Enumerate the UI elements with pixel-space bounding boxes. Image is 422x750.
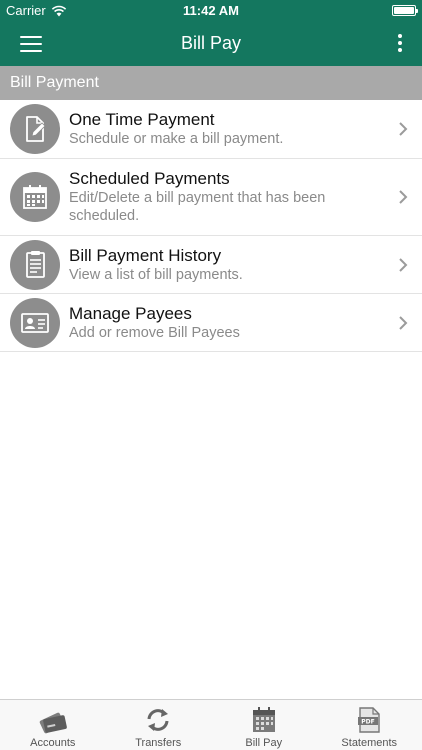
- list-item-bill-payment-history[interactable]: Bill Payment History View a list of bill…: [0, 236, 422, 294]
- svg-text:PDF: PDF: [362, 719, 375, 726]
- item-subtitle: Schedule or make a bill payment.: [69, 131, 284, 147]
- cards-icon: [39, 712, 67, 734]
- tab-transfers[interactable]: Transfers: [106, 700, 212, 750]
- item-title: Scheduled Payments: [69, 169, 230, 188]
- chevron-right-icon: [399, 122, 408, 136]
- id-card-icon: [10, 297, 60, 348]
- list-item-scheduled-payments[interactable]: Scheduled Payments Edit/Delete a bill pa…: [0, 159, 422, 236]
- tab-label: Bill Pay: [245, 737, 283, 749]
- tab-accounts[interactable]: Accounts: [0, 700, 106, 750]
- tab-label: Statements: [341, 737, 398, 749]
- item-subtitle: View a list of bill payments.: [69, 266, 243, 283]
- item-texts: Scheduled Payments Edit/Delete a bill pa…: [69, 169, 422, 225]
- document-list-icon: [10, 239, 60, 290]
- tab-label: Accounts: [30, 737, 76, 749]
- bill-pay-screen: Carrier 11:42 AM Bill Pay Bill Payment O…: [0, 0, 422, 750]
- list-item-manage-payees[interactable]: Manage Payees Add or remove Bill Payees: [0, 294, 422, 352]
- item-texts: One Time Payment Schedule or make a bill…: [69, 110, 323, 148]
- chevron-right-icon: [399, 315, 408, 330]
- item-texts: Bill Payment History View a list of bill…: [69, 246, 283, 284]
- calendar-icon: [252, 707, 275, 732]
- tab-statements[interactable]: PDF Statements: [317, 700, 422, 750]
- bill-payment-list: One Time Payment Schedule or make a bill…: [0, 100, 422, 352]
- item-texts: Manage Payees Add or remove Bill Payees: [69, 304, 280, 342]
- edit-document-icon: [10, 104, 60, 154]
- refresh-arrows-icon: [147, 709, 169, 731]
- more-vertical-icon[interactable]: [396, 34, 404, 54]
- status-time: 11:42 AM: [183, 3, 239, 18]
- tab-label: Transfers: [135, 737, 182, 749]
- status-bar: Carrier 11:42 AM: [0, 0, 422, 22]
- list-item-one-time-payment[interactable]: One Time Payment Schedule or make a bill…: [0, 100, 422, 159]
- battery-icon: [392, 5, 418, 16]
- chevron-right-icon: [399, 257, 408, 272]
- item-title: One Time Payment: [69, 110, 215, 129]
- pdf-document-icon: PDF: [358, 707, 380, 733]
- item-title: Manage Payees: [69, 303, 192, 323]
- tab-bill-pay[interactable]: Bill Pay: [211, 700, 317, 750]
- item-title: Bill Payment History: [69, 245, 222, 265]
- calendar-icon: [10, 172, 60, 222]
- tab-bar: Accounts Transfers Bill Pay PDF Statemen…: [0, 699, 422, 750]
- nav-bar: Bill Pay: [0, 22, 422, 66]
- page-title: Bill Pay: [180, 33, 242, 53]
- section-header: Bill Payment: [0, 66, 422, 100]
- chevron-right-icon: [399, 190, 408, 204]
- item-subtitle: Edit/Delete a bill payment that has been…: [69, 190, 326, 224]
- item-subtitle: Add or remove Bill Payees: [69, 324, 240, 341]
